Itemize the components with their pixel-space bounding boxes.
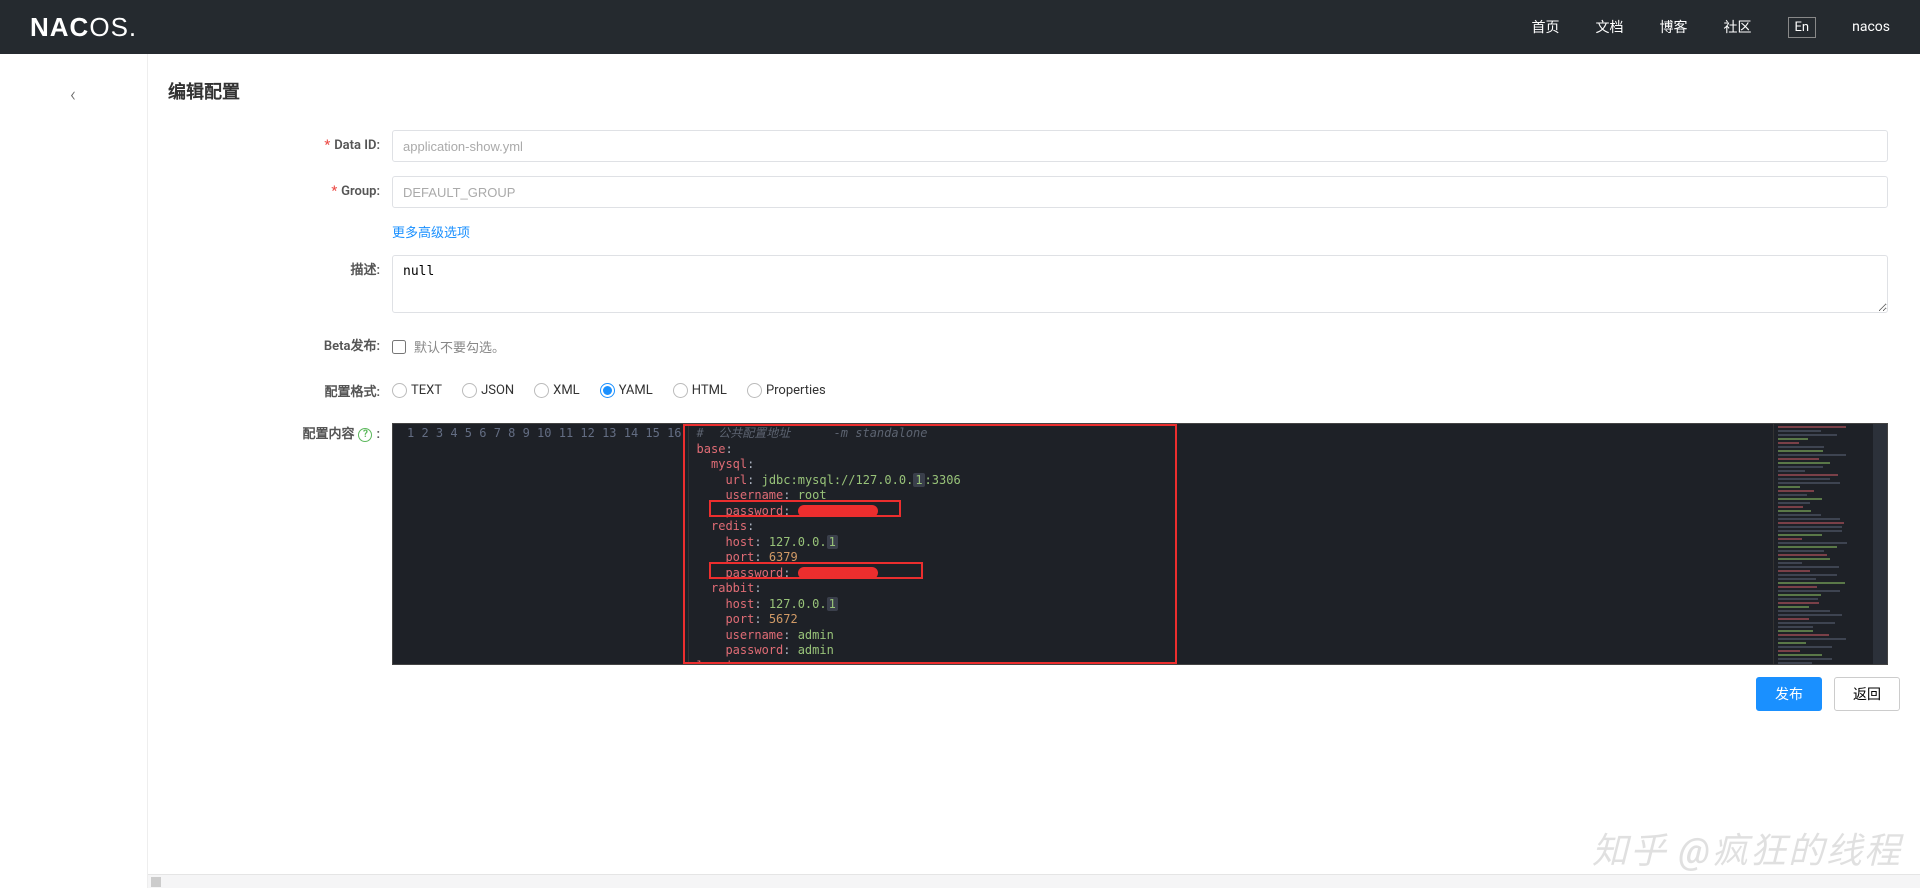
scrollbar-vertical[interactable] [1873, 424, 1887, 664]
desc-textarea[interactable]: null [392, 255, 1888, 313]
code-editor[interactable]: 1 2 3 4 5 6 7 8 9 10 11 12 13 14 15 16 #… [392, 423, 1888, 665]
format-radio-xml[interactable]: XML [534, 383, 580, 398]
back-chevron-icon[interactable]: ‹ [70, 82, 76, 106]
logo: NACOS. [30, 12, 137, 43]
label-format: 配置格式: [324, 385, 380, 400]
label-desc: 描述: [350, 263, 380, 278]
beta-checkbox[interactable] [392, 340, 406, 354]
nav-home[interactable]: 首页 [1532, 17, 1560, 37]
minimap[interactable] [1773, 424, 1873, 664]
nav-community[interactable]: 社区 [1724, 17, 1752, 37]
format-radio-json[interactable]: JSON [462, 383, 514, 398]
nav-blog[interactable]: 博客 [1660, 17, 1688, 37]
nav-docs[interactable]: 文档 [1596, 17, 1624, 37]
group-input[interactable] [392, 176, 1888, 208]
label-data-id: Data ID: [334, 138, 380, 153]
format-radio-html[interactable]: HTML [673, 383, 727, 398]
help-icon[interactable]: ? [358, 428, 372, 442]
label-beta: Beta发布: [324, 339, 380, 354]
nav-user[interactable]: nacos [1852, 19, 1890, 35]
back-button[interactable]: 返回 [1834, 677, 1900, 711]
label-group: Group: [341, 184, 380, 199]
format-radio-yaml[interactable]: YAML [600, 383, 653, 398]
advanced-options-link[interactable]: 更多高级选项 [392, 226, 470, 241]
format-radio-text[interactable]: TEXT [392, 383, 442, 398]
label-content: 配置内容 [302, 427, 354, 443]
beta-tip: 默认不要勾选。 [414, 337, 505, 356]
top-header: NACOS. 首页 文档 博客 社区 En nacos [0, 0, 1920, 54]
sidebar: ‹ [0, 54, 148, 888]
lang-toggle[interactable]: En [1788, 17, 1817, 38]
publish-button[interactable]: 发布 [1756, 677, 1822, 711]
page-title: 编辑配置 [168, 78, 1900, 104]
format-radio-properties[interactable]: Properties [747, 383, 826, 398]
scrollbar-horizontal[interactable] [148, 874, 1920, 888]
data-id-input[interactable] [392, 130, 1888, 162]
